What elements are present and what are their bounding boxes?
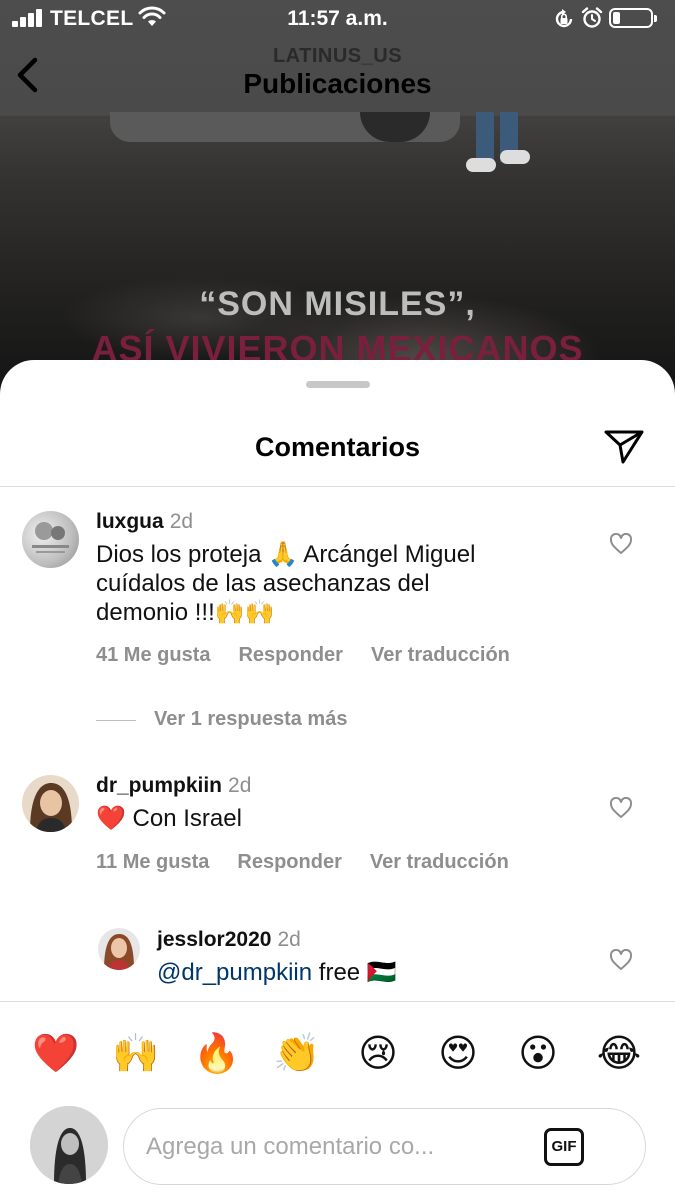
person-shoe (500, 150, 530, 164)
account-name: LATINUS_US (272, 45, 403, 67)
emoji-laughing[interactable]: 😂 (594, 1028, 644, 1078)
emoji-heart[interactable]: ❤️ (31, 1028, 81, 1078)
comment-item: luxgua 2d Dios los proteja 🙏 Arcángel Mig… (0, 506, 675, 696)
comment-actions: 11 Me gusta Responder Ver traducción (96, 851, 537, 874)
username-text[interactable]: jesslor2020 (157, 928, 271, 951)
likes-count[interactable]: 41 Me gusta (96, 644, 210, 667)
like-heart-icon[interactable] (609, 797, 633, 819)
comment-username[interactable]: dr_pumpkiin 2d (96, 774, 251, 798)
person-leg (476, 112, 494, 162)
comment-input[interactable] (146, 1127, 536, 1167)
username-text[interactable]: dr_pumpkiin (96, 774, 222, 797)
emoji-bar: ❤️ 🙌 🔥 👏 😢 😍 😮 😂 (0, 1028, 675, 1080)
emoji-raised-hands[interactable]: 🙌 (111, 1028, 161, 1078)
battery-icon (609, 8, 657, 28)
comment-time: 2d (169, 510, 194, 533)
avatar[interactable] (22, 511, 79, 568)
comment-username[interactable]: luxgua 2d (96, 510, 193, 534)
post-image-person (466, 112, 530, 182)
emoji-fire[interactable]: 🔥 (192, 1028, 242, 1078)
reply-button[interactable]: Responder (237, 851, 341, 874)
reply-button[interactable]: Responder (238, 644, 342, 667)
like-heart-icon[interactable] (609, 533, 633, 555)
gif-button[interactable]: GIF (544, 1128, 584, 1166)
sheet-title: Comentarios (254, 432, 421, 462)
my-avatar (30, 1106, 108, 1184)
battery-fill (613, 12, 620, 24)
comments-sheet: Comentarios luxgua 2d Dios los proteja 🙏 … (0, 360, 675, 1200)
reply-item: jesslor2020 2d @dr_pumpkiin free 🇵🇸 (0, 924, 675, 994)
divider (0, 1001, 675, 1002)
status-bar: TELCEL 11:57 a.m. (0, 0, 675, 38)
emoji-clap[interactable]: 👏 (272, 1028, 322, 1078)
comment-time: 2d (277, 928, 301, 951)
avatar[interactable] (22, 775, 79, 832)
username-text[interactable]: luxgua (96, 510, 164, 533)
translate-button[interactable]: Ver traducción (371, 644, 510, 667)
translate-button[interactable]: Ver traducción (370, 851, 509, 874)
reply-text: free 🇵🇸 (318, 959, 397, 986)
avatar[interactable] (98, 928, 140, 970)
likes-count[interactable]: 11 Me gusta (96, 851, 209, 874)
like-heart-icon[interactable] (609, 949, 633, 971)
divider (0, 486, 675, 487)
comment-username[interactable]: jesslor2020 2d (157, 928, 301, 952)
sheet-grabber[interactable] (306, 381, 370, 388)
more-replies-label[interactable]: Ver 1 respuesta más (154, 708, 347, 731)
alarm-icon (581, 7, 603, 28)
share-send-icon[interactable] (603, 426, 645, 466)
mention-link[interactable]: @dr_pumpkiin (157, 959, 312, 986)
comment-text: @dr_pumpkiin free 🇵🇸 (157, 958, 577, 987)
post-headline-1: “SON MISILES”, (199, 285, 476, 323)
emoji-surprised[interactable]: 😮 (513, 1028, 563, 1078)
comment-actions: 41 Me gusta Responder Ver traducción (96, 644, 538, 667)
comment-text-line: Dios los proteja 🙏 Arcángel Miguel (96, 541, 476, 568)
person-shoe (466, 158, 496, 172)
comment-text-line: demonio !!!🙌🙌 (96, 599, 275, 626)
status-icons (553, 6, 663, 30)
emoji-heart-eyes[interactable]: 😍 (433, 1028, 483, 1078)
emoji-cry[interactable]: 😢 (353, 1028, 403, 1078)
comment-input-container: GIF (123, 1108, 646, 1185)
page-title: Publicaciones (243, 68, 432, 99)
comment-time: 2d (228, 774, 252, 797)
comment-text: Dios los proteja 🙏 Arcángel Miguel cuída… (96, 540, 576, 627)
more-replies-line (96, 720, 136, 721)
rotation-lock-icon (555, 9, 573, 28)
comment-text-line: cuídalos de las asechanzas del (96, 570, 430, 597)
comment-item: dr_pumpkiin 2d ❤️ Con Israel 11 Me gusta R… (0, 770, 675, 890)
comment-text: ❤️ Con Israel (96, 805, 242, 832)
